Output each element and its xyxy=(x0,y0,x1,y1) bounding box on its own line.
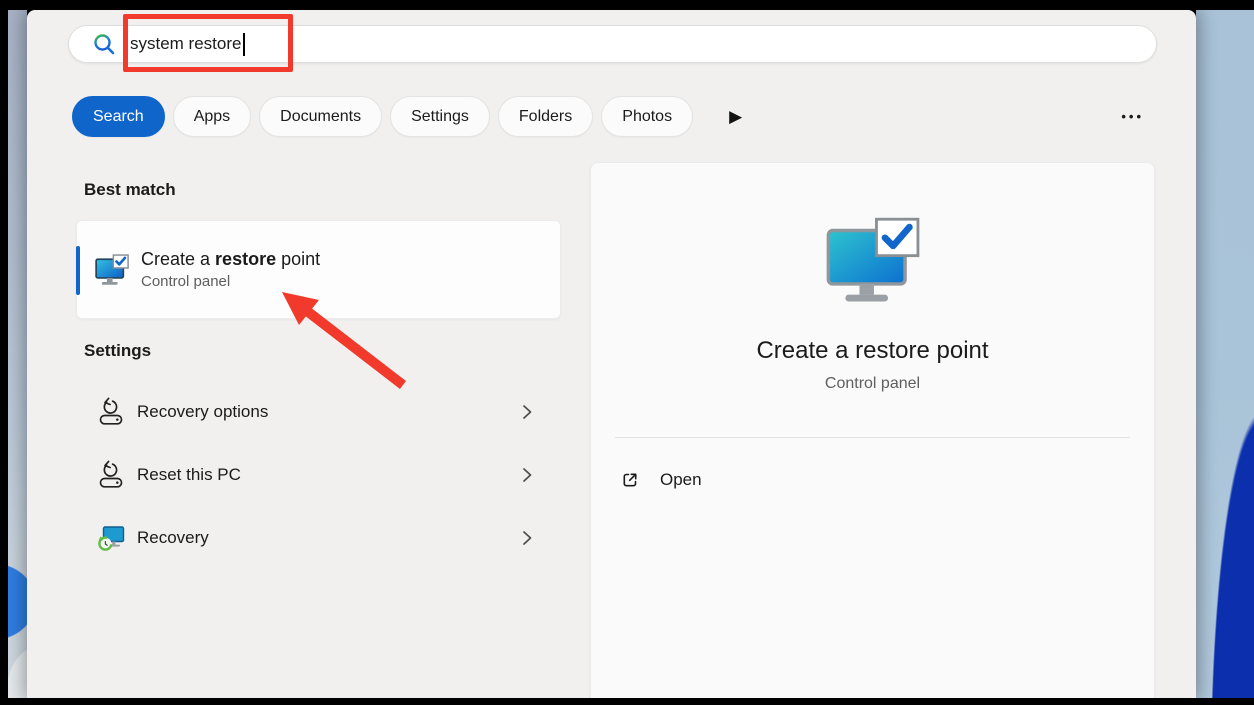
search-query-text: system restore xyxy=(130,34,242,53)
best-match-subtitle: Control panel xyxy=(141,273,231,290)
chevron-right-icon xyxy=(523,405,532,419)
restore-point-monitor-icon xyxy=(826,217,919,302)
more-options-icon[interactable]: ••• xyxy=(1121,96,1144,137)
result-reset-this-pc[interactable]: Reset this PC xyxy=(76,453,561,497)
chevron-right-icon xyxy=(523,468,532,482)
text-caret xyxy=(243,32,246,56)
search-flyout: system restore Search Apps Documents Set… xyxy=(27,10,1196,698)
result-label: Reset this PC xyxy=(137,465,241,484)
divider xyxy=(615,437,1130,438)
best-match-heading: Best match xyxy=(84,180,176,199)
result-recovery[interactable]: Recovery xyxy=(76,516,561,560)
reset-drive-icon xyxy=(99,460,123,488)
open-action[interactable]: Open xyxy=(591,456,1154,504)
wallpaper-left-strip xyxy=(8,10,27,698)
preview-subtitle: Control panel xyxy=(824,375,921,392)
tab-apps[interactable]: Apps xyxy=(172,96,252,137)
settings-heading: Settings xyxy=(84,341,152,360)
reset-drive-icon xyxy=(99,397,123,425)
tab-documents[interactable]: Documents xyxy=(259,96,383,137)
result-label: Recovery options xyxy=(137,402,269,421)
preview-title: Create a restore point xyxy=(756,337,989,364)
open-label: Open xyxy=(660,470,702,489)
best-match-item[interactable]: Create a restore point Control panel xyxy=(76,220,561,319)
open-external-icon xyxy=(623,473,637,487)
preview-panel: Create a restore point Control panel Ope… xyxy=(590,162,1155,698)
search-input[interactable]: system restore xyxy=(68,25,1157,63)
result-recovery-options[interactable]: Recovery options xyxy=(76,390,561,434)
tab-folders[interactable]: Folders xyxy=(497,96,594,137)
result-label: Recovery xyxy=(137,528,209,547)
tab-search[interactable]: Search xyxy=(72,96,165,137)
wallpaper-right-strip xyxy=(1196,10,1254,698)
chevron-right-icon xyxy=(523,531,532,545)
tab-photos[interactable]: Photos xyxy=(601,96,694,137)
expand-tabs-icon[interactable]: ▶ xyxy=(729,108,742,125)
settings-results-list: Recovery options Reset this PC Recovery xyxy=(76,390,561,579)
tab-settings[interactable]: Settings xyxy=(390,96,490,137)
recovery-monitor-icon xyxy=(98,526,125,551)
best-match-title: Create a restore point xyxy=(141,249,321,269)
desktop-screen: system restore Search Apps Documents Set… xyxy=(0,0,1254,705)
search-icon xyxy=(94,34,115,55)
selection-accent-bar xyxy=(76,246,80,295)
filter-tabs: Search Apps Documents Settings Folders P… xyxy=(72,96,742,137)
restore-point-monitor-icon xyxy=(95,253,129,285)
